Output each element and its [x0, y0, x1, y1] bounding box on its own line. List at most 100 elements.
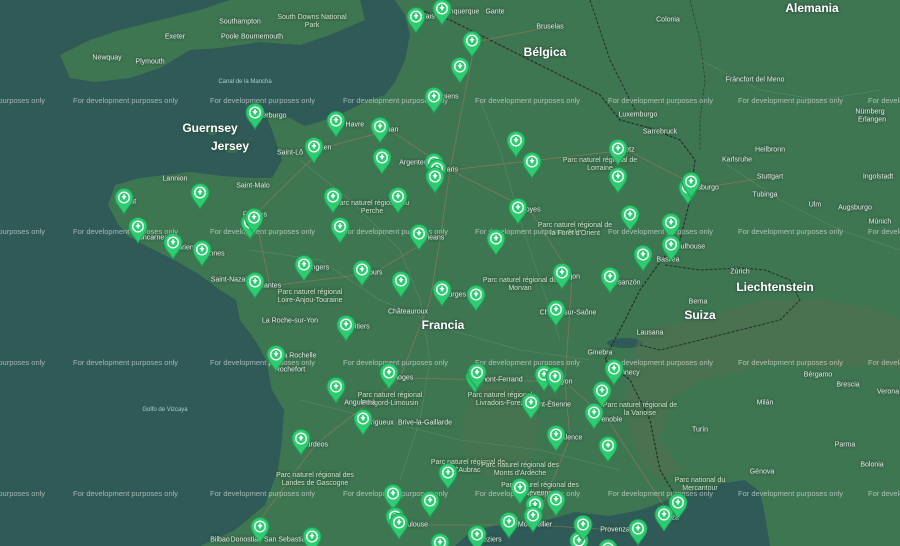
park-label: Parc national du Mercantour [674, 477, 726, 492]
city-label: Milán [756, 399, 774, 407]
country-label: Bélgica [523, 45, 567, 59]
pin-marker-icon [450, 57, 470, 84]
location-pin[interactable] [191, 239, 213, 267]
location-pin[interactable] [329, 216, 351, 244]
city-label: Heilbronn [755, 146, 785, 154]
pin-marker-icon [467, 363, 487, 390]
city-label: Lausana [636, 329, 664, 337]
location-pin[interactable] [660, 234, 682, 262]
city-label: Génova [749, 468, 775, 476]
location-pin[interactable] [465, 284, 487, 312]
location-pin[interactable] [303, 136, 325, 164]
location-pin[interactable] [369, 116, 391, 144]
location-pin[interactable] [249, 516, 271, 544]
location-pin[interactable] [325, 110, 347, 138]
location-pin[interactable] [583, 402, 605, 430]
sea-label: Canal de la Mancha [218, 79, 272, 85]
location-pin[interactable] [162, 232, 184, 260]
location-pin[interactable] [419, 490, 441, 518]
pin-marker-icon [163, 233, 183, 260]
pin-marker-icon [190, 183, 210, 210]
location-pin[interactable] [449, 56, 471, 84]
location-pin[interactable] [545, 489, 567, 517]
location-pin[interactable] [627, 518, 649, 546]
pin-marker-icon [424, 87, 444, 114]
pin-marker-icon [372, 148, 392, 175]
location-pin[interactable] [378, 362, 400, 390]
location-pin[interactable] [301, 526, 323, 546]
pin-marker-icon [668, 493, 688, 520]
location-pin[interactable] [189, 182, 211, 210]
pin-marker-icon [633, 245, 653, 272]
location-pin[interactable] [244, 102, 266, 130]
location-pin[interactable] [607, 166, 629, 194]
location-pin[interactable] [127, 216, 149, 244]
location-pin[interactable] [466, 524, 488, 546]
location-pin[interactable] [572, 514, 594, 542]
location-pin[interactable] [244, 271, 266, 299]
location-pin[interactable] [335, 314, 357, 342]
location-pin[interactable] [597, 435, 619, 463]
location-pin[interactable] [498, 511, 520, 539]
city-label: Zúrich [730, 268, 750, 276]
watermark-text: For development purposes only [0, 358, 46, 367]
location-pin[interactable] [390, 270, 412, 298]
location-pin[interactable] [545, 424, 567, 452]
location-pin[interactable] [437, 462, 459, 490]
location-pin[interactable] [466, 362, 488, 390]
location-pin[interactable] [290, 428, 312, 456]
pin-marker-icon [584, 403, 604, 430]
city-label: Bilbao [210, 536, 230, 544]
country-label: Guernsey [182, 121, 238, 135]
location-pin[interactable] [408, 223, 430, 251]
location-pin[interactable] [429, 532, 451, 546]
city-label: Tubinga [752, 191, 778, 199]
city-label: Bournemouth [240, 33, 284, 41]
location-pin[interactable] [599, 266, 621, 294]
location-pin[interactable] [551, 262, 573, 290]
location-pin[interactable] [680, 171, 702, 199]
pin-marker-icon [546, 425, 566, 452]
location-pin[interactable] [265, 344, 287, 372]
location-pin[interactable] [619, 204, 641, 232]
location-pin[interactable] [424, 166, 446, 194]
location-pin[interactable] [352, 408, 374, 436]
location-pin[interactable] [544, 366, 566, 394]
city-label: Verona [876, 388, 900, 396]
pin-marker-icon [545, 367, 565, 394]
location-pin[interactable] [325, 376, 347, 404]
location-pin[interactable] [431, 0, 453, 26]
location-pin[interactable] [113, 187, 135, 215]
location-pin[interactable] [293, 254, 315, 282]
location-pin[interactable] [387, 186, 409, 214]
location-pin[interactable] [667, 492, 689, 520]
city-label: Gante [485, 8, 505, 16]
pin-marker-icon [523, 506, 543, 533]
city-label: Ginebra [587, 349, 613, 357]
park-label: Parc naturel régional des Landes de Gasc… [276, 472, 354, 487]
location-pin[interactable] [461, 30, 483, 58]
location-pin[interactable] [607, 138, 629, 166]
watermark-text: For development purposes only [868, 227, 900, 236]
city-label: Augsburgo [838, 204, 872, 212]
location-pin[interactable] [522, 505, 544, 533]
location-pin[interactable] [597, 538, 619, 546]
location-pin[interactable] [521, 151, 543, 179]
location-pin[interactable] [371, 147, 393, 175]
location-pin[interactable] [485, 228, 507, 256]
location-pin[interactable] [632, 244, 654, 272]
location-pin[interactable] [507, 197, 529, 225]
location-pin[interactable] [520, 392, 542, 420]
location-pin[interactable] [243, 207, 265, 235]
location-pin[interactable] [322, 186, 344, 214]
location-pin[interactable] [351, 259, 373, 287]
watermark-text: For development purposes only [868, 489, 900, 498]
map-view[interactable]: For development purposes only For develop… [0, 0, 900, 546]
pin-marker-icon [291, 429, 311, 456]
location-pin[interactable] [431, 279, 453, 307]
location-pin[interactable] [423, 86, 445, 114]
location-pin[interactable] [405, 6, 427, 34]
pin-marker-icon [608, 167, 628, 194]
location-pin[interactable] [388, 512, 410, 540]
location-pin[interactable] [545, 299, 567, 327]
